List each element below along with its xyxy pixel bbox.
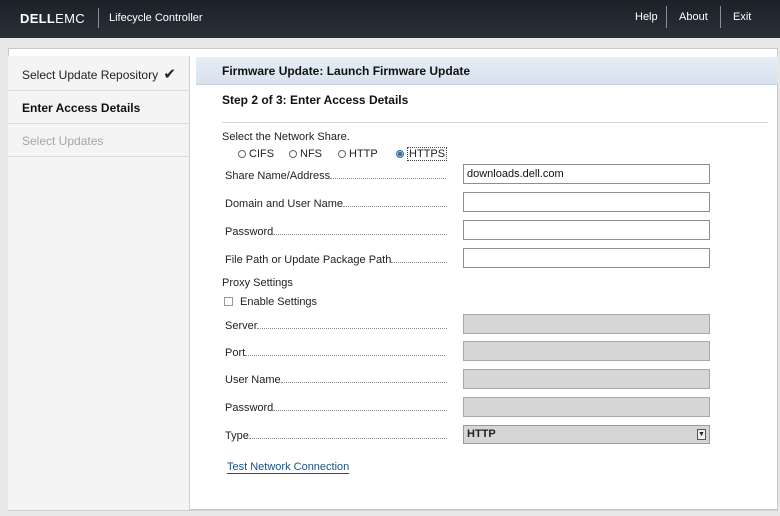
proxy-port-input — [463, 341, 710, 361]
top-bar: DELLEMC Lifecycle Controller Help About … — [0, 0, 780, 38]
sidebar-step-select-updates: Select Updates — [8, 124, 190, 157]
sidebar-step-access-details[interactable]: Enter Access Details — [8, 91, 190, 124]
app-title: Lifecycle Controller — [109, 12, 203, 24]
file-path-input[interactable] — [463, 248, 710, 268]
sidebar-step-label: Enter Access Details — [22, 101, 141, 115]
radio-circle-icon — [289, 150, 297, 158]
proxy-password-label: Password — [225, 402, 447, 414]
radio-http[interactable]: HTTP — [338, 148, 378, 160]
share-name-label: Share Name/Address — [225, 170, 447, 182]
top-divider-2 — [720, 6, 721, 28]
wizard-sidebar: Select Update Repository ✔ Enter Access … — [8, 56, 190, 510]
brand-emc: EMC — [55, 11, 85, 26]
proxy-type-label: Type — [225, 430, 447, 442]
exit-link[interactable]: Exit — [733, 11, 751, 23]
password-label: Password — [225, 226, 447, 238]
brand-dell: DELL — [20, 11, 56, 26]
password-input[interactable] — [463, 220, 710, 240]
checkmark-icon: ✔ — [163, 66, 176, 83]
radio-cifs[interactable]: CIFS — [238, 148, 274, 160]
proxy-server-input — [463, 314, 710, 334]
top-divider-1 — [666, 6, 667, 28]
page-title: Firmware Update: Launch Firmware Update — [196, 57, 778, 85]
file-path-label: File Path or Update Package Path — [225, 254, 447, 266]
sidebar-step-label: Select Update Repository — [22, 68, 159, 82]
step-title: Step 2 of 3: Enter Access Details — [222, 93, 409, 107]
help-link[interactable]: Help — [635, 11, 658, 23]
domain-user-label: Domain and User Name — [225, 198, 447, 210]
share-name-input[interactable]: downloads.dell.com — [463, 164, 710, 184]
about-link[interactable]: About — [679, 11, 708, 23]
dell-emc-logo: DELLEMC — [20, 11, 85, 26]
proxy-type-select: HTTP ▼ — [463, 425, 710, 444]
test-network-connection-link[interactable]: Test Network Connection — [227, 461, 350, 474]
proxy-port-label: Port — [225, 347, 447, 359]
radio-circle-icon — [238, 150, 246, 158]
radio-nfs[interactable]: NFS — [289, 148, 322, 160]
proxy-settings-label: Proxy Settings — [222, 277, 293, 289]
proxy-username-label: User Name — [225, 374, 447, 386]
proxy-password-input — [463, 397, 710, 417]
network-share-label: Select the Network Share. — [222, 131, 350, 143]
enable-settings-checkbox[interactable]: Enable Settings — [224, 296, 317, 308]
proxy-username-input — [463, 369, 710, 389]
radio-selected-icon — [396, 150, 404, 158]
brand-divider — [98, 8, 99, 28]
proxy-server-label: Server — [225, 320, 447, 332]
divider — [222, 122, 768, 123]
checkbox-icon — [224, 297, 233, 306]
radio-https[interactable]: HTTPS — [396, 147, 448, 161]
sidebar-step-label: Select Updates — [22, 134, 104, 148]
radio-circle-icon — [338, 150, 346, 158]
domain-user-input[interactable] — [463, 192, 710, 212]
chevron-down-icon: ▼ — [697, 429, 706, 440]
bottom-border — [8, 510, 778, 511]
sidebar-step-select-repository[interactable]: Select Update Repository ✔ — [8, 58, 190, 91]
